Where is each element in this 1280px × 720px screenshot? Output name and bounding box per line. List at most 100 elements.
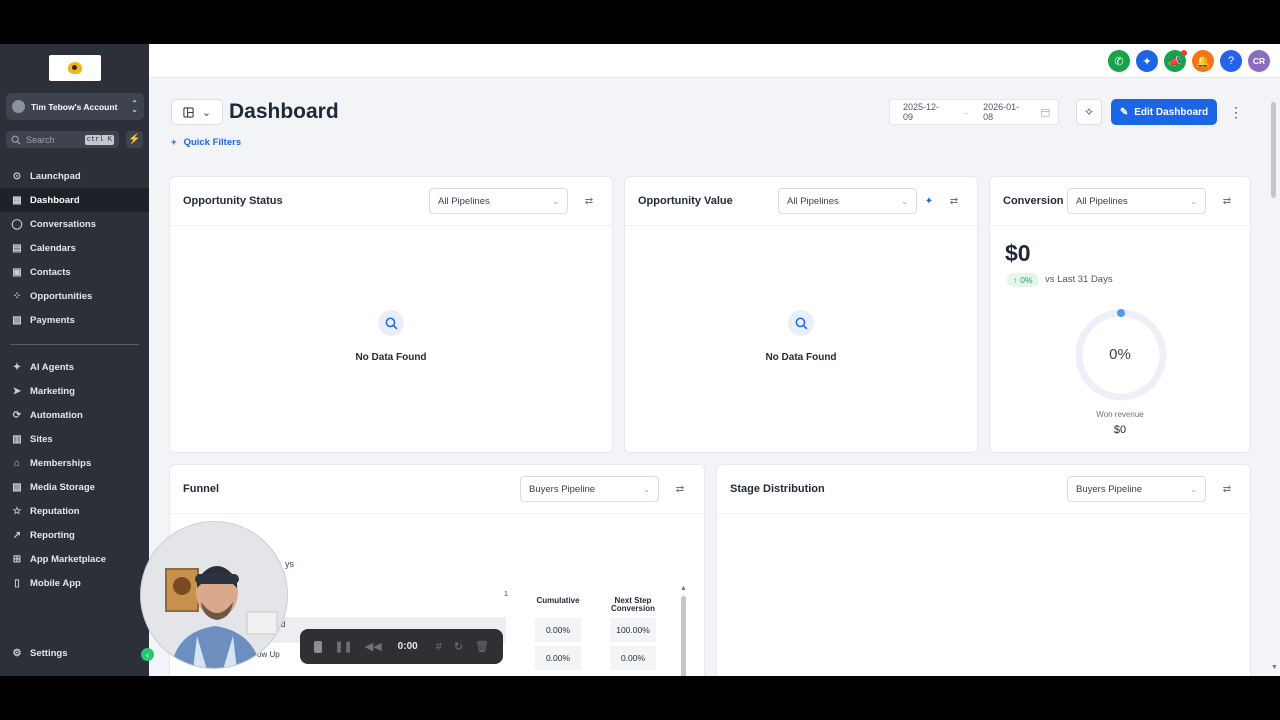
card-ai-button[interactable]: ✦ (923, 195, 935, 207)
ai-insights-button[interactable]: ✧ (1076, 99, 1102, 125)
sidebar-item-settings[interactable]: ⚙ Settings (0, 641, 149, 665)
card-settings-button[interactable]: ⇄ (1221, 483, 1233, 495)
pipeline-select[interactable]: Buyers Pipeline ⌄ (520, 476, 659, 502)
sparkle-icon: ✦ (12, 361, 22, 373)
sidebar-item-mobile-app[interactable]: ▯ Mobile App (0, 571, 149, 595)
pipeline-select[interactable]: All Pipelines ⌄ (1067, 188, 1206, 214)
account-switcher[interactable]: Tim Tebow's Account ⌃ ⌄ (6, 93, 144, 120)
payments-icon: ▧ (12, 314, 22, 326)
sidebar-item-automation[interactable]: ⟳ Automation (0, 403, 149, 427)
sliders-icon: ⇄ (584, 195, 594, 207)
phone-icon: ✆ (1114, 55, 1124, 68)
sidebar-item-label: Reporting (30, 529, 75, 541)
pause-icon[interactable]: ❚❚ (334, 640, 352, 653)
announcements-button[interactable]: 📣 (1164, 50, 1187, 72)
card-settings-button[interactable]: ⇄ (674, 483, 686, 495)
sidebar-item-label: Payments (30, 314, 75, 326)
sidebar-item-launchpad[interactable]: ⊙ Launchpad (0, 164, 149, 188)
sidebar-item-marketing[interactable]: ➤ Marketing (0, 379, 149, 403)
phone-button[interactable]: ✆ (1108, 50, 1130, 72)
select-value: All Pipelines (1076, 195, 1128, 207)
chevron-down-icon: ⌄ (201, 106, 212, 119)
pipeline-select[interactable]: All Pipelines ⌄ (429, 188, 568, 214)
sidebar-item-opportunities[interactable]: ⁘ Opportunities (0, 284, 149, 308)
funnel-scrollbar[interactable] (681, 596, 686, 676)
card-settings-button[interactable]: ⇄ (583, 195, 595, 207)
sidebar-collapse-button[interactable]: ‹ (141, 648, 154, 661)
conversion-value: $0 (1005, 240, 1031, 266)
sidebar-item-dashboard[interactable]: ▦ Dashboard (0, 188, 149, 212)
card-settings-button[interactable]: ⇄ (948, 195, 960, 207)
sliders-icon: ⇄ (949, 195, 959, 207)
presenter-video (141, 522, 287, 668)
scroll-up-icon[interactable]: ▲ (680, 585, 687, 592)
search-icon (11, 135, 21, 145)
ai-assist-button[interactable]: ✦ (1136, 50, 1158, 72)
magic-wand-icon: ✦ (1142, 55, 1152, 68)
sidebar-item-reporting[interactable]: ↗ Reporting (0, 523, 149, 547)
help-button[interactable]: ? (1220, 50, 1242, 72)
scroll-down-icon[interactable]: ▼ (1271, 664, 1278, 671)
sidebar-item-label: Marketing (30, 385, 75, 397)
sidebar-item-label: Launchpad (30, 170, 81, 182)
date-range-picker[interactable]: 2025-12-09 → 2026-01-08 (889, 99, 1059, 125)
company-logo[interactable] (49, 55, 101, 81)
sidebar-item-memberships[interactable]: ⌂ Memberships (0, 451, 149, 475)
view-switcher-button[interactable]: ⌄ (171, 99, 223, 125)
pipeline-select[interactable]: All Pipelines ⌄ (778, 188, 917, 214)
pipeline-select[interactable]: Buyers Pipeline ⌄ (1067, 476, 1206, 502)
sidebar-item-label: Settings (30, 647, 68, 659)
automation-icon: ⟳ (12, 409, 22, 421)
sidebar-search[interactable]: Search ctrl K (6, 131, 119, 148)
sidebar-divider (10, 344, 139, 345)
funnel-column-header: Next Step Conversion (610, 596, 655, 613)
sidebar-item-label: Mobile App (30, 577, 81, 589)
sidebar-item-label: Sites (30, 433, 53, 445)
sidebar-item-payments[interactable]: ▧ Payments (0, 308, 149, 332)
no-data-search-icon (378, 310, 404, 336)
search-shortcut: ctrl K (84, 134, 114, 145)
trash-icon[interactable]: 🗑 (475, 640, 489, 653)
calendar-icon (1041, 108, 1050, 117)
sidebar-item-reputation[interactable]: ☆ Reputation (0, 499, 149, 523)
sidebar-item-ai-agents[interactable]: ✦ AI Agents (0, 355, 149, 379)
stop-recording-button[interactable] (314, 640, 323, 653)
sidebar-item-contacts[interactable]: ▣ Contacts (0, 260, 149, 284)
no-data-message: No Data Found (765, 352, 837, 363)
funnel-cell: 100.00% (610, 618, 656, 642)
sidebar-item-app-marketplace[interactable]: ⊞ App Marketplace (0, 547, 149, 571)
page-scrollbar[interactable] (1271, 102, 1276, 198)
card-title: Stage Distribution (730, 483, 825, 495)
no-data-search-icon (788, 310, 814, 336)
more-options-button[interactable]: ⋮ (1228, 101, 1244, 123)
plus-icon: + (171, 137, 177, 148)
sidebar-item-sites[interactable]: ▥ Sites (0, 427, 149, 451)
card-settings-button[interactable]: ⇄ (1221, 195, 1233, 207)
restart-icon[interactable]: ↻ (454, 640, 463, 653)
account-avatar (12, 100, 25, 113)
sidebar-item-calendars[interactable]: ▤ Calendars (0, 236, 149, 260)
grid-icon[interactable]: # (436, 641, 442, 653)
apps-icon: ⊞ (12, 553, 22, 565)
sliders-icon: ⇄ (1222, 195, 1232, 207)
quick-filters-button[interactable]: + Quick Filters (171, 137, 241, 148)
funnel-cell: 0.00% (535, 646, 581, 670)
notifications-button[interactable]: 🔔 (1192, 50, 1214, 72)
sidebar-item-conversations[interactable]: ◯ Conversations (0, 212, 149, 236)
memberships-icon: ⌂ (13, 457, 21, 469)
chevron-up-down-icon: ⌃ ⌄ (131, 98, 138, 114)
rewind-icon[interactable]: ◀◀ (365, 640, 382, 653)
no-data-message: No Data Found (355, 352, 427, 363)
quick-filters-label: Quick Filters (183, 137, 242, 148)
date-start: 2025-12-09 (903, 102, 940, 122)
edit-dashboard-button[interactable]: ✎ Edit Dashboard (1111, 99, 1217, 125)
chat-icon: ◯ (11, 218, 23, 230)
sidebar-item-media-storage[interactable]: ▨ Media Storage (0, 475, 149, 499)
select-value: Buyers Pipeline (529, 483, 596, 495)
user-avatar[interactable]: CR (1248, 50, 1270, 72)
card-title: Funnel (183, 483, 220, 495)
quick-action-button[interactable]: ⚡ (126, 131, 143, 148)
gauge-percent: 0% (1109, 346, 1131, 363)
won-revenue-value: $0 (1113, 424, 1127, 436)
webcam-overlay[interactable] (140, 521, 288, 669)
